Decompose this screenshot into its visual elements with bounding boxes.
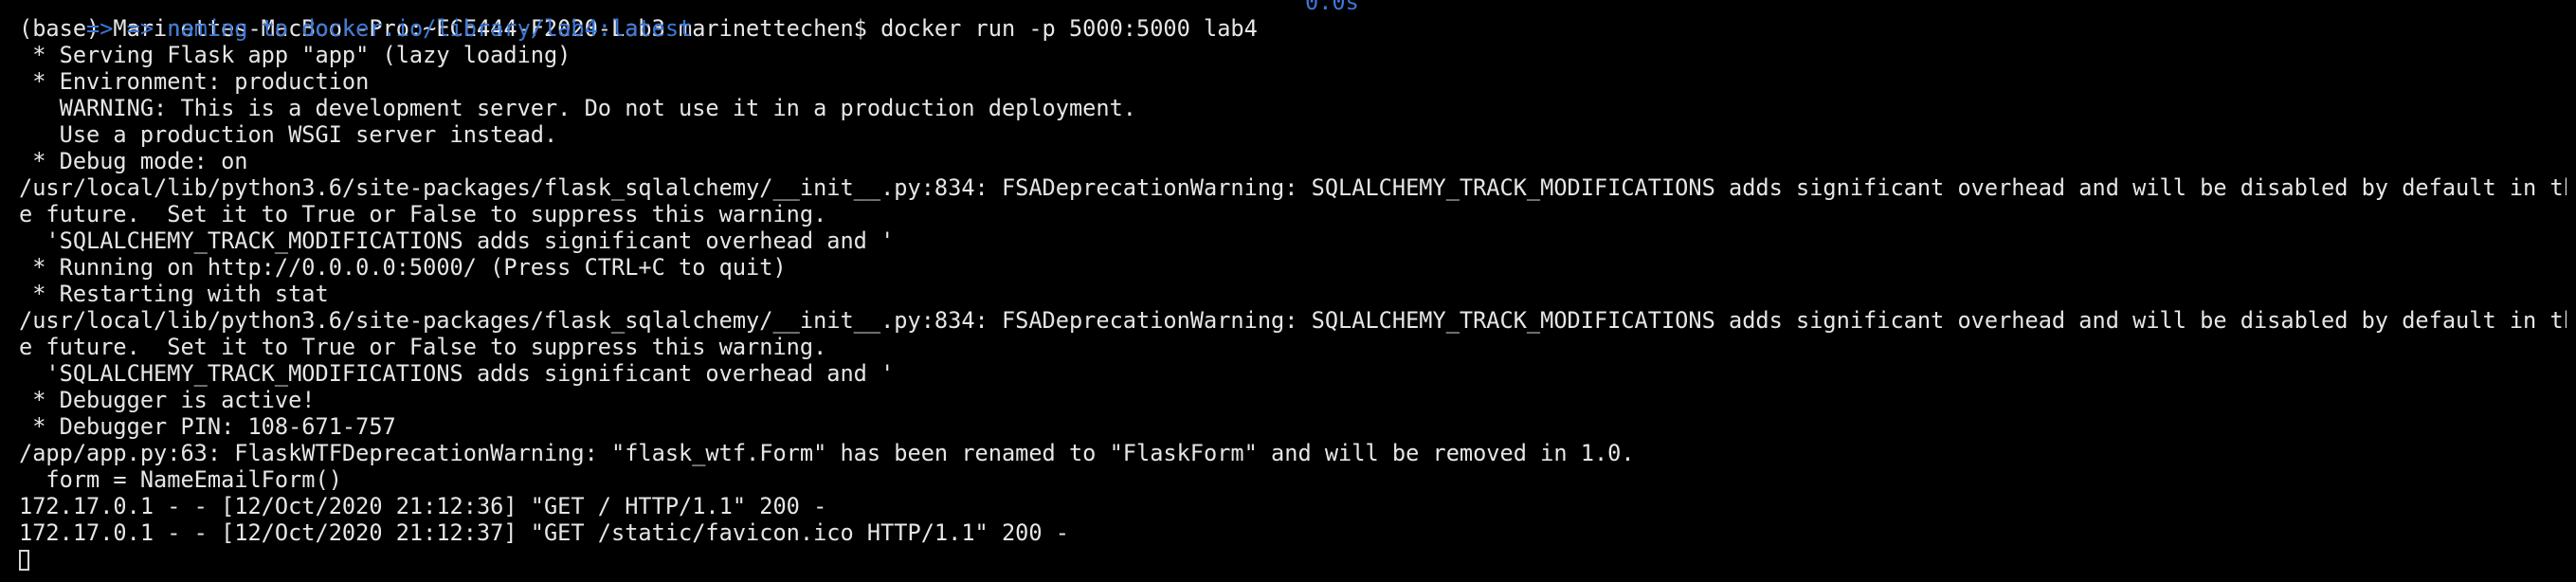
terminal-line: /app/app.py:63: FlaskWTFDeprecationWarni… bbox=[19, 440, 1635, 466]
scrollbar-thumb[interactable] bbox=[2567, 0, 2576, 571]
terminal-line: * Debug mode: on bbox=[19, 148, 248, 174]
terminal-input-line[interactable] bbox=[19, 546, 2576, 573]
terminal-line: form = NameEmailForm() bbox=[19, 466, 342, 493]
terminal-line: e future. Set it to True or False to sup… bbox=[19, 334, 827, 360]
terminal-line: Use a production WSGI server instead. bbox=[19, 121, 558, 148]
terminal-line: WARNING: This is a development server. D… bbox=[19, 95, 1136, 121]
terminal-line: * Debugger PIN: 108-671-757 bbox=[19, 413, 396, 440]
terminal-line: * Restarting with stat bbox=[19, 281, 329, 307]
docker-build-progress-line: => => naming to docker.io/library/lab4:l… bbox=[19, 0, 2576, 42]
terminal-line: 'SQLALCHEMY_TRACK_MODIFICATIONS adds sig… bbox=[19, 360, 895, 387]
build-step-text: => => naming to docker.io/library/lab4:l… bbox=[72, 15, 693, 42]
terminal-window[interactable]: => => naming to docker.io/library/lab4:l… bbox=[0, 0, 2576, 571]
terminal-line: * Serving Flask app "app" (lazy loading) bbox=[19, 42, 571, 68]
terminal-line: 'SQLALCHEMY_TRACK_MODIFICATIONS adds sig… bbox=[19, 227, 895, 254]
terminal-line: * Running on http://0.0.0.0:5000/ (Press… bbox=[19, 254, 787, 281]
terminal-line: * Debugger is active! bbox=[19, 387, 316, 413]
terminal-line: e future. Set it to True or False to sup… bbox=[19, 201, 827, 227]
terminal-cursor bbox=[19, 550, 29, 571]
build-step-time: 0.0s bbox=[1305, 0, 1359, 15]
terminal-line: 172.17.0.1 - - [12/Oct/2020 21:12:36] "G… bbox=[19, 493, 827, 519]
terminal-line: * Environment: production bbox=[19, 68, 370, 95]
scrollbar[interactable] bbox=[2567, 0, 2576, 571]
terminal-line: /usr/local/lib/python3.6/site-packages/f… bbox=[19, 307, 2576, 334]
terminal-line: 172.17.0.1 - - [12/Oct/2020 21:12:37] "G… bbox=[19, 519, 1069, 546]
terminal-line: /usr/local/lib/python3.6/site-packages/f… bbox=[19, 174, 2576, 201]
